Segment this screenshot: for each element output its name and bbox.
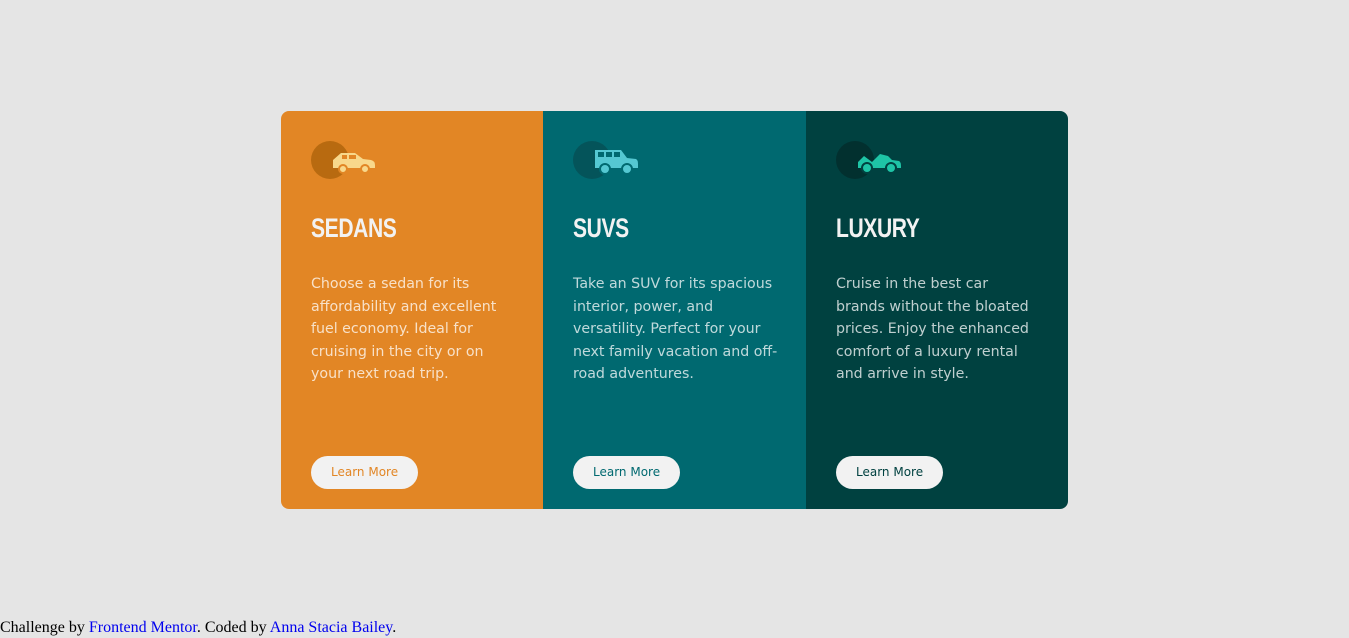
card-title: LUXURY	[836, 213, 920, 243]
card-description: Take an SUV for its spacious interior, p…	[573, 276, 778, 382]
attribution: Challenge by Frontend Mentor. Coded by A…	[0, 617, 396, 638]
learn-more-button[interactable]: Learn More	[836, 456, 944, 489]
attribution-middle: . Coded by	[196, 619, 270, 636]
card-description: Cruise in the best car brands without th…	[836, 276, 1029, 382]
author-link[interactable]: Anna Stacia Bailey	[270, 619, 392, 636]
car-cards-container: SEDANS Choose a sedan for its affordabil…	[281, 111, 1068, 509]
card-description: Choose a sedan for its affordability and…	[311, 276, 497, 382]
attribution-suffix: .	[392, 619, 397, 636]
card-suvs: SUVS Take an SUV for its spacious interi…	[543, 111, 806, 509]
card-title: SUVS	[573, 213, 629, 243]
sedan-car-icon	[311, 140, 377, 182]
luxury-car-icon	[836, 140, 902, 182]
card-title: SEDANS	[311, 213, 397, 243]
suv-car-icon	[573, 140, 639, 182]
card-sedans: SEDANS Choose a sedan for its affordabil…	[281, 111, 543, 509]
learn-more-button[interactable]: Learn More	[573, 456, 681, 489]
learn-more-button[interactable]: Learn More	[311, 456, 419, 489]
frontend-mentor-link[interactable]: Frontend Mentor	[89, 619, 197, 636]
card-luxury: LUXURY Cruise in the best car brands wit…	[806, 111, 1068, 509]
attribution-prefix: Challenge by	[0, 619, 89, 636]
